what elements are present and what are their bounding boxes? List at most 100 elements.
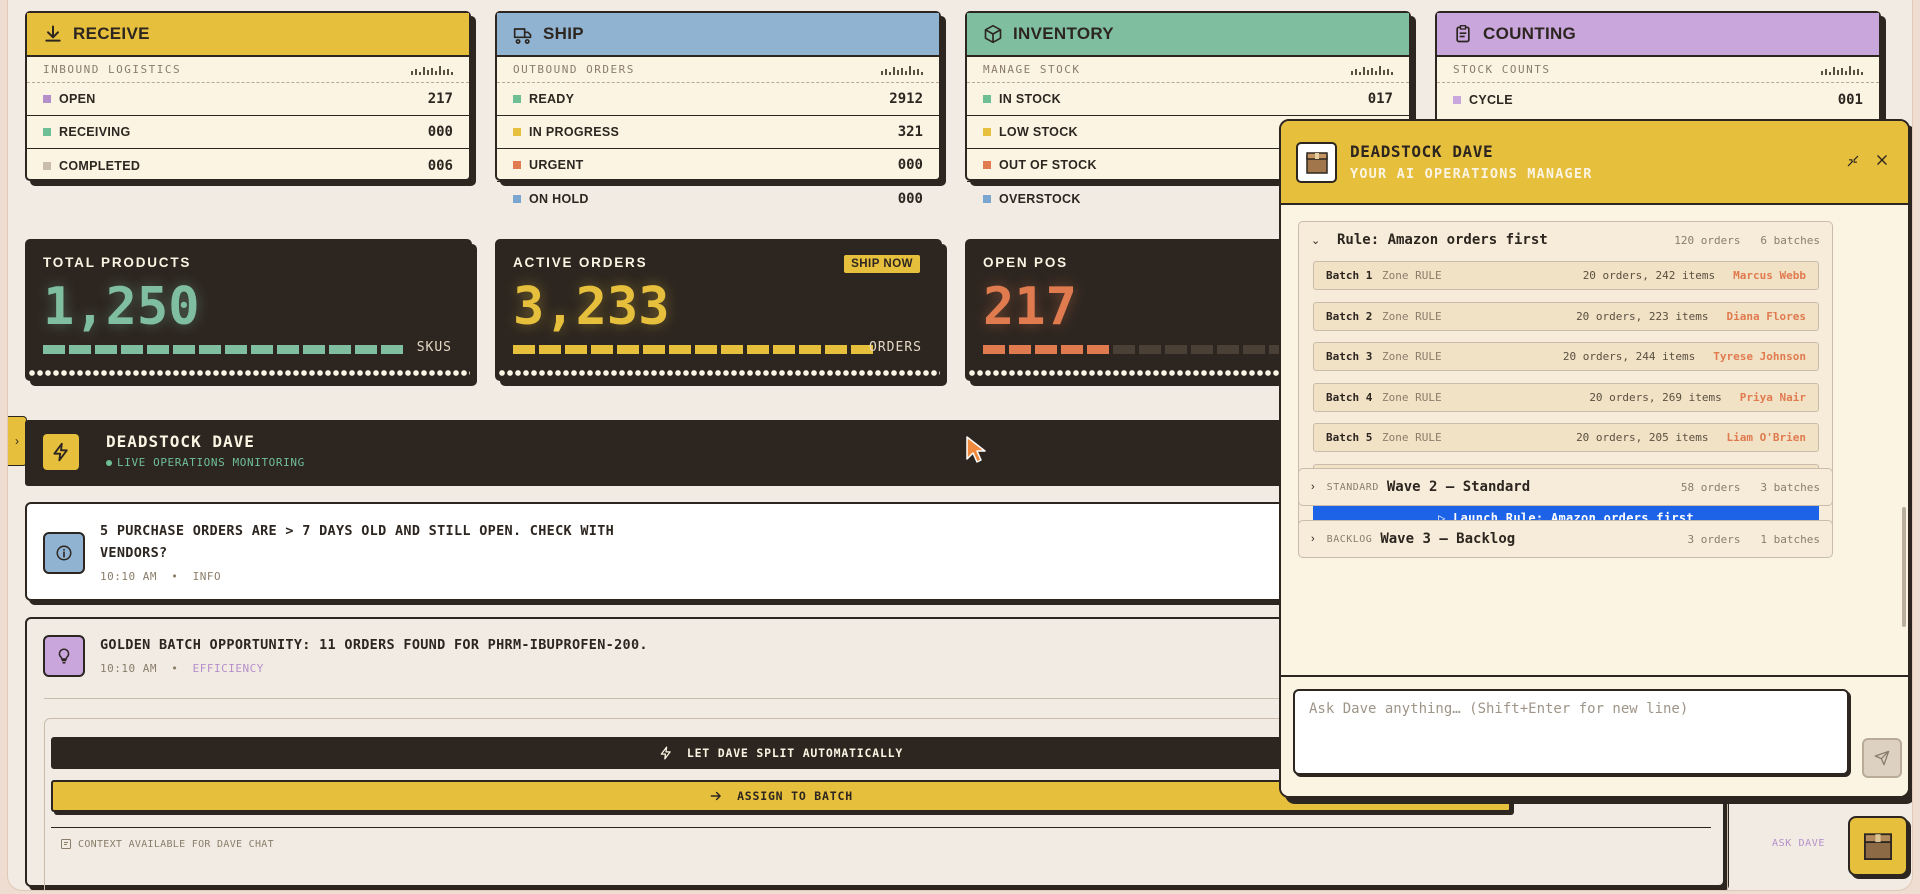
batch-row[interactable]: Batch 3 Zone RULE 20 orders, 244 items Tyre… <box>1313 342 1819 371</box>
wave-header[interactable]: ⌄ Rule: Amazon orders first 120 orders 6… <box>1299 222 1832 258</box>
clipboard-icon <box>1456 25 1470 43</box>
row-value: 000 <box>897 157 923 173</box>
wave-name: Wave 2 — Standard <box>1386 479 1531 495</box>
minimize-icon[interactable] <box>1846 154 1860 171</box>
batch-row[interactable]: Batch 1 Zone RULE 20 orders, 242 items Marc… <box>1313 261 1819 290</box>
batch-row[interactable]: Batch 4 Zone RULE 20 orders, 269 items Priy… <box>1313 382 1819 412</box>
lightbulb-icon <box>43 635 85 677</box>
progress-segment <box>1035 345 1057 354</box>
module-subtitle: MANAGE STOCK <box>983 63 1081 76</box>
kpi-card[interactable]: TOTAL PRODUCTS 1,250 SKUS <box>25 239 472 381</box>
bolt-icon <box>660 746 671 760</box>
module-row[interactable]: CYCLE 001 <box>1437 83 1879 116</box>
wave-counts: 3 orders 1 batches <box>1688 533 1820 546</box>
module-row[interactable]: URGENT 000 <box>497 149 939 182</box>
module-row[interactable]: COMPLETED 006 <box>27 149 469 182</box>
batch-name: Batch 3 <box>1326 350 1373 363</box>
module-row[interactable]: READY 2912 <box>497 83 939 116</box>
row-label: READY <box>529 92 575 106</box>
module-row[interactable]: RECEIVING 000 <box>27 116 469 149</box>
wave-card-collapsed[interactable]: › BACKLOG Wave 3 — Backlog 3 orders 1 batch… <box>1298 520 1833 558</box>
batch-row[interactable]: Batch 5 Zone RULE 20 orders, 205 items Liam… <box>1313 423 1819 452</box>
wave-counts: 120 orders 6 batches <box>1674 234 1820 247</box>
divider <box>51 827 1711 828</box>
ask-dave-link[interactable]: ASK DAVE <box>1772 838 1825 849</box>
wave-orders: 58 orders <box>1680 480 1741 494</box>
progress-segment <box>1009 345 1031 354</box>
batch-zone: Zone RULE <box>1382 309 1442 323</box>
kpi-value: 1,250 <box>43 277 200 337</box>
module-header[interactable]: SHIP <box>497 13 939 57</box>
batch-zone: Zone RULE <box>1382 431 1442 444</box>
progress-segment <box>329 345 351 354</box>
module-row[interactable]: IN PROGRESS 321 <box>497 116 939 149</box>
batch-owner[interactable]: Liam O'Brien <box>1727 431 1806 444</box>
progress-segment <box>69 345 91 354</box>
batch-name: Batch 4 <box>1326 390 1373 404</box>
status-swatch <box>513 194 521 203</box>
scrollbar-thumb[interactable] <box>1902 507 1906 627</box>
progress-segment <box>747 345 769 354</box>
alert-sep: • <box>171 570 179 583</box>
module-row[interactable]: IN STOCK 017 <box>967 83 1409 116</box>
sparkline-icon <box>411 65 453 75</box>
dave-chat-launcher[interactable] <box>1848 816 1908 876</box>
ship-now-badge[interactable]: SHIP NOW <box>844 255 920 273</box>
module-header[interactable]: INVENTORY <box>967 13 1409 57</box>
progress-segment <box>1061 345 1083 354</box>
batch-items: 20 orders, 244 items <box>1562 350 1696 363</box>
chevron-down-icon: ⌄ <box>1311 234 1321 247</box>
wave-tag: STANDARD <box>1326 481 1379 493</box>
progress-segment <box>1243 345 1265 354</box>
module-title: SHIP <box>543 24 584 43</box>
chat-input[interactable]: Ask Dave anything… (Shift+Enter for new … <box>1293 689 1849 775</box>
batch-zone: Zone RULE <box>1382 269 1442 282</box>
truck-icon <box>513 28 532 44</box>
batch-owner[interactable]: Marcus Webb <box>1733 269 1806 282</box>
progress-segment <box>355 345 377 354</box>
chat-scrollbar[interactable] <box>1900 207 1908 673</box>
perforated-edge <box>497 369 940 377</box>
progress-segment <box>173 345 195 354</box>
status-swatch <box>43 161 51 170</box>
sparkline-icon <box>1821 65 1863 75</box>
progress-segment <box>1165 345 1187 354</box>
module-title: COUNTING <box>1483 24 1577 43</box>
context-icon <box>61 839 71 849</box>
progress-segment <box>799 345 821 354</box>
batch-owner[interactable]: Priya Nair <box>1740 391 1806 404</box>
module-row[interactable]: OPEN 217 <box>27 83 469 116</box>
module-header[interactable]: RECEIVE <box>27 13 469 57</box>
module-header[interactable]: COUNTING <box>1437 13 1879 57</box>
status-swatch <box>513 161 521 169</box>
kpi-label: TOTAL PRODUCTS <box>43 255 192 270</box>
close-icon[interactable] <box>1875 151 1889 172</box>
module-card-receive[interactable]: RECEIVE INBOUND LOGISTICS OPEN 217 RECEIVI… <box>25 11 471 181</box>
progress-segment <box>565 345 587 354</box>
progress-segment <box>513 345 535 354</box>
module-row[interactable]: ON HOLD 000 <box>497 182 939 215</box>
progress-segment <box>1191 345 1213 354</box>
batch-owner[interactable]: Tyrese Johnson <box>1713 350 1806 363</box>
wave-card-collapsed[interactable]: › STANDARD Wave 2 — Standard 58 orders 3 ba… <box>1298 468 1833 506</box>
perforated-edge <box>27 369 470 377</box>
send-button[interactable] <box>1862 738 1902 778</box>
progress-segment <box>43 345 65 354</box>
dave-bar-title: DEADSTOCK DAVE <box>106 432 255 451</box>
chevron-right-icon: › <box>1311 533 1315 545</box>
module-subtitle-row: OUTBOUND ORDERS <box>497 57 939 83</box>
batch-name: Batch 5 <box>1326 431 1373 444</box>
batch-owner[interactable]: Diana Flores <box>1727 310 1806 323</box>
chat-messages[interactable]: ⌄ Rule: Amazon orders first 120 orders 6… <box>1281 207 1903 673</box>
module-subtitle: OUTBOUND ORDERS <box>513 63 635 76</box>
progress-segment <box>1087 345 1109 354</box>
alert-text: GOLDEN BATCH OPPORTUNITY: 11 ORDERS FOUN… <box>100 637 648 653</box>
module-subtitle: STOCK COUNTS <box>1453 63 1551 76</box>
module-card-ship[interactable]: SHIP OUTBOUND ORDERS READY 2912 IN PROGRES… <box>495 11 941 207</box>
live-dot <box>106 459 112 466</box>
batch-row[interactable]: Batch 2 Zone RULE 20 orders, 223 items Dian… <box>1313 301 1819 331</box>
progress-segment <box>225 345 247 354</box>
row-value: 001 <box>1837 91 1863 108</box>
kpi-card[interactable]: ACTIVE ORDERS SHIP NOW 3,233 ORDERS <box>495 239 942 381</box>
progress-segment <box>277 345 299 354</box>
